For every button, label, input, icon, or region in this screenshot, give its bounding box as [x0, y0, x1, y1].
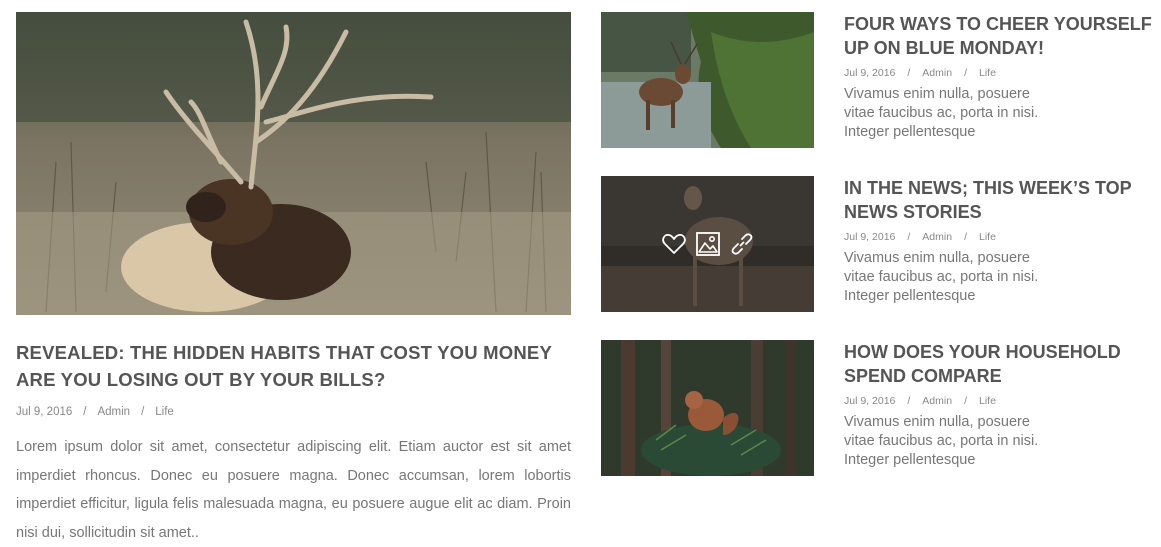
post-title[interactable]: IN THE NEWS; THIS WEEK’S TOP NEWS STORIE… [844, 176, 1161, 224]
deer-in-water-photo [601, 12, 814, 148]
meta-separator: / [907, 231, 911, 243]
post-title[interactable]: HOW DOES YOUR HOUSEHOLD SPEND COMPARE [844, 340, 1161, 388]
post-date: Jul 9, 2016 [844, 67, 896, 79]
post-thumbnail[interactable] [601, 12, 814, 148]
featured-post: REVEALED: THE HIDDEN HABITS THAT COST YO… [16, 12, 571, 547]
post-item: FOUR WAYS TO CHEER YOURSELF UP ON BLUE M… [601, 12, 1161, 148]
post-text: IN THE NEWS; THIS WEEK’S TOP NEWS STORIE… [844, 176, 1161, 306]
featured-post-excerpt: Lorem ipsum dolor sit amet, consectetur … [16, 439, 571, 541]
post-text: HOW DOES YOUR HOUSEHOLD SPEND COMPARE Ju… [844, 340, 1161, 470]
post-thumbnail[interactable] [601, 340, 814, 476]
post-text: FOUR WAYS TO CHEER YOURSELF UP ON BLUE M… [844, 12, 1161, 142]
post-author-link[interactable]: Admin [922, 231, 952, 243]
post-title[interactable]: FOUR WAYS TO CHEER YOURSELF UP ON BLUE M… [844, 12, 1161, 60]
meta-separator: / [964, 67, 967, 79]
meta-separator: / [964, 395, 967, 407]
link-icon[interactable] [729, 231, 755, 257]
post-excerpt: Vivamus enim nulla, posuere vitae faucib… [844, 86, 1039, 140]
post-thumbnail[interactable] [601, 176, 814, 312]
post-author-link[interactable]: Admin [97, 406, 130, 418]
meta-separator: / [907, 395, 911, 407]
image-icon[interactable] [695, 231, 721, 257]
post-date: Jul 9, 2016 [844, 395, 896, 407]
post-excerpt: Vivamus enim nulla, posuere vitae faucib… [844, 250, 1039, 304]
post-meta: Jul 9, 2016 / Admin / Life [844, 67, 1161, 79]
post-category-link[interactable]: Life [979, 231, 996, 243]
post-date: Jul 9, 2016 [16, 406, 73, 418]
thumbnail-hover-overlay [601, 176, 814, 312]
squirrel-photo [601, 340, 814, 476]
post-date: Jul 9, 2016 [844, 231, 896, 243]
meta-separator: / [907, 67, 911, 79]
post-item: HOW DOES YOUR HOUSEHOLD SPEND COMPARE Ju… [601, 340, 1161, 476]
post-category-link[interactable]: Life [155, 406, 174, 418]
post-meta: Jul 9, 2016 / Admin / Life [844, 395, 1161, 407]
meta-separator: / [141, 406, 145, 418]
post-category-link[interactable]: Life [979, 67, 996, 79]
post-author-link[interactable]: Admin [922, 395, 952, 407]
post-meta: Jul 9, 2016 / Admin / Life [844, 231, 1161, 243]
post-item: IN THE NEWS; THIS WEEK’S TOP NEWS STORIE… [601, 176, 1161, 312]
post-excerpt: Vivamus enim nulla, posuere vitae faucib… [844, 414, 1039, 468]
featured-post-image[interactable] [16, 12, 571, 315]
meta-separator: / [964, 231, 967, 243]
meta-separator: / [83, 406, 87, 418]
featured-post-meta: Jul 9, 2016 / Admin / Life [16, 406, 571, 418]
post-author-link[interactable]: Admin [922, 67, 952, 79]
elk-resting-photo [16, 12, 571, 315]
post-category-link[interactable]: Life [979, 395, 996, 407]
featured-post-title[interactable]: REVEALED: THE HIDDEN HABITS THAT COST YO… [16, 339, 571, 393]
heart-icon[interactable] [661, 231, 687, 257]
